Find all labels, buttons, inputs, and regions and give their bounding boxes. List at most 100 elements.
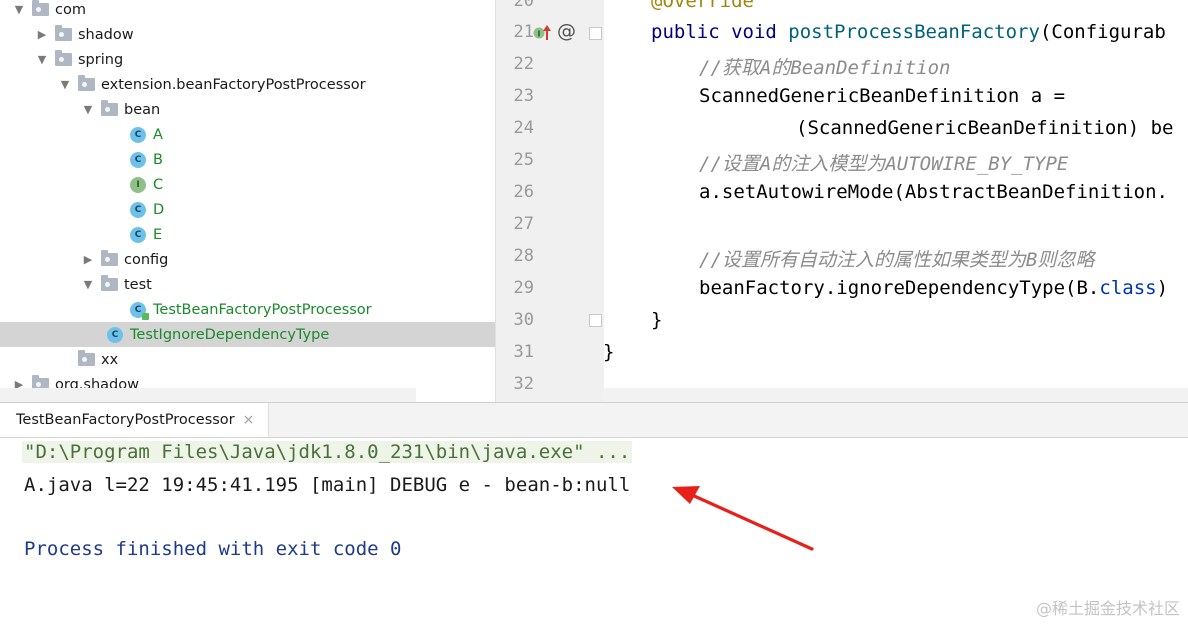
close-icon[interactable]: × bbox=[243, 412, 255, 428]
package-folder-icon bbox=[78, 75, 95, 91]
expand-arrow-icon[interactable]: ▼ bbox=[58, 78, 72, 91]
line-number: 27 bbox=[513, 214, 534, 234]
run-tab-bar: TestBeanFactoryPostProcessor × bbox=[0, 403, 1188, 438]
class-icon: C bbox=[130, 201, 146, 218]
package-folder-icon bbox=[101, 100, 118, 116]
tree-item-label: test bbox=[124, 276, 152, 293]
tree-item-label: spring bbox=[78, 51, 124, 68]
class-icon: C bbox=[130, 126, 146, 143]
tree-item-label: D bbox=[153, 201, 165, 218]
tree-horizontal-scrollbar[interactable] bbox=[0, 388, 416, 402]
code-text: beanFactory.ignoreDependencyType(B. bbox=[699, 277, 1100, 299]
package-folder-icon bbox=[101, 275, 118, 291]
tree-item-label: xx bbox=[101, 351, 119, 368]
class-icon: C bbox=[130, 151, 146, 168]
tree-item-class-b[interactable]: C B bbox=[0, 147, 495, 172]
code-line-21: public void postProcessBeanFactory(Confi… bbox=[651, 21, 1166, 43]
package-folder-icon bbox=[78, 350, 95, 366]
line-number: 22 bbox=[513, 54, 534, 74]
code-line-28: //设置所有自动注入的属性如果类型为B则忽略 bbox=[699, 249, 1095, 271]
run-tab-label: TestBeanFactoryPostProcessor bbox=[16, 412, 235, 428]
watermark: @稀土掘金技术社区 bbox=[1035, 599, 1180, 618]
editor-gutter: 20 21 22 23 24 25 26 27 28 29 30 31 32 I… bbox=[495, 0, 604, 402]
line-number: 23 bbox=[513, 86, 534, 106]
line-number: 28 bbox=[513, 246, 534, 266]
line-number: 29 bbox=[513, 278, 534, 298]
package-folder-icon bbox=[32, 0, 49, 16]
console-log-line: A.java l=22 19:45:41.195 [main] DEBUG e … bbox=[24, 474, 631, 496]
fold-toggle-icon[interactable] bbox=[589, 314, 602, 327]
code-line-25: //设置A的注入模型为AUTOWIRE_BY_TYPE bbox=[699, 153, 1069, 175]
tree-item-label: com bbox=[55, 1, 86, 18]
tree-item-label: config bbox=[124, 251, 169, 268]
line-number: 21 bbox=[513, 22, 534, 42]
tree-item-interface-c[interactable]: I C bbox=[0, 172, 495, 197]
tree-item-test-ignore-dependency-type[interactable]: C TestIgnoreDependencyType bbox=[0, 322, 495, 347]
tree-item-class-a[interactable]: C A bbox=[0, 122, 495, 147]
tree-item-xx[interactable]: xx bbox=[0, 347, 495, 372]
package-folder-icon bbox=[55, 50, 72, 66]
tree-item-label: E bbox=[153, 226, 163, 243]
code-line-22: //获取A的BeanDefinition bbox=[699, 57, 951, 79]
tree-item-test[interactable]: ▼ test bbox=[0, 272, 495, 297]
tree-item-label: A bbox=[153, 126, 163, 143]
code-text: ) bbox=[1156, 277, 1169, 299]
code-line-29: beanFactory.ignoreDependencyType(B.class… bbox=[699, 277, 1168, 299]
expand-arrow-icon[interactable]: ▼ bbox=[81, 278, 95, 291]
expand-arrow-icon[interactable]: ▼ bbox=[12, 3, 26, 16]
interface-icon: I bbox=[130, 176, 146, 193]
line-number: 32 bbox=[513, 374, 534, 394]
expand-arrow-icon[interactable]: ▼ bbox=[81, 103, 95, 116]
code-line-30: } bbox=[651, 309, 663, 331]
tree-item-spring[interactable]: ▼ spring bbox=[0, 47, 495, 72]
tree-item-test-bean-factory-post-processor[interactable]: C TestBeanFactoryPostProcessor bbox=[0, 297, 495, 322]
tree-item-label: TestIgnoreDependencyType bbox=[130, 326, 330, 343]
expand-arrow-icon[interactable]: ▼ bbox=[35, 53, 49, 66]
svg-text:I: I bbox=[538, 30, 541, 39]
override-annotation-icon[interactable]: @ bbox=[557, 20, 576, 42]
tree-item-config[interactable]: ▶ config bbox=[0, 247, 495, 272]
console-exit-line: Process finished with exit code 0 bbox=[24, 538, 402, 560]
line-number: 26 bbox=[513, 182, 534, 202]
implements-method-icon[interactable]: I bbox=[533, 24, 551, 46]
collapse-arrow-icon[interactable]: ▶ bbox=[81, 253, 95, 266]
class-icon: C bbox=[107, 326, 123, 343]
tree-item-shadow[interactable]: ▶ shadow bbox=[0, 22, 495, 47]
fold-toggle-icon[interactable] bbox=[589, 27, 602, 40]
editor-horizontal-scrollbar[interactable] bbox=[603, 388, 1188, 402]
run-tab[interactable]: TestBeanFactoryPostProcessor × bbox=[0, 403, 270, 437]
code-text: (Configurab bbox=[1039, 21, 1166, 43]
line-number: 20 bbox=[513, 0, 534, 11]
test-class-icon: C bbox=[130, 301, 149, 320]
package-folder-icon bbox=[55, 25, 72, 41]
line-number: 24 bbox=[513, 118, 534, 138]
tree-item-label: shadow bbox=[78, 26, 134, 43]
console-command-line[interactable]: "D:\Program Files\Java\jdk1.8.0_231\bin\… bbox=[22, 441, 633, 463]
tree-item-label: B bbox=[153, 151, 163, 168]
code-method-name: postProcessBeanFactory bbox=[788, 21, 1040, 43]
collapse-arrow-icon[interactable]: ▶ bbox=[35, 28, 49, 41]
code-line-20: @Override bbox=[651, 0, 754, 12]
tree-item-label: C bbox=[153, 176, 164, 193]
tree-item-class-e[interactable]: C E bbox=[0, 222, 495, 247]
tree-item-label: extension.beanFactoryPostProcessor bbox=[101, 76, 366, 93]
code-line-24: (ScannedGenericBeanDefinition) be bbox=[796, 117, 1174, 139]
code-keyword: class bbox=[1099, 277, 1157, 299]
package-folder-icon bbox=[101, 250, 118, 266]
class-icon: C bbox=[130, 226, 146, 243]
tree-item-bean[interactable]: ▼ bean bbox=[0, 97, 495, 122]
tree-item-class-d[interactable]: C D bbox=[0, 197, 495, 222]
line-number: 30 bbox=[513, 310, 534, 330]
project-tree: ▼ com ▶ shadow ▼ spring ▼ extension.bean… bbox=[0, 0, 495, 402]
tree-item-com[interactable]: ▼ com bbox=[0, 0, 495, 22]
code-editor[interactable]: 20 21 22 23 24 25 26 27 28 29 30 31 32 I… bbox=[495, 0, 1188, 402]
code-line-26: a.setAutowireMode(AbstractBeanDefinition… bbox=[699, 181, 1168, 203]
code-line-31: } bbox=[603, 341, 615, 363]
tree-item-extension[interactable]: ▼ extension.beanFactoryPostProcessor bbox=[0, 72, 495, 97]
code-line-23: ScannedGenericBeanDefinition a = bbox=[699, 85, 1066, 107]
line-number: 31 bbox=[513, 342, 534, 362]
tree-item-label: TestBeanFactoryPostProcessor bbox=[153, 301, 372, 318]
run-console-panel: TestBeanFactoryPostProcessor × "D:\Progr… bbox=[0, 402, 1188, 626]
line-number: 25 bbox=[513, 150, 534, 170]
code-keyword: public void bbox=[651, 21, 789, 43]
